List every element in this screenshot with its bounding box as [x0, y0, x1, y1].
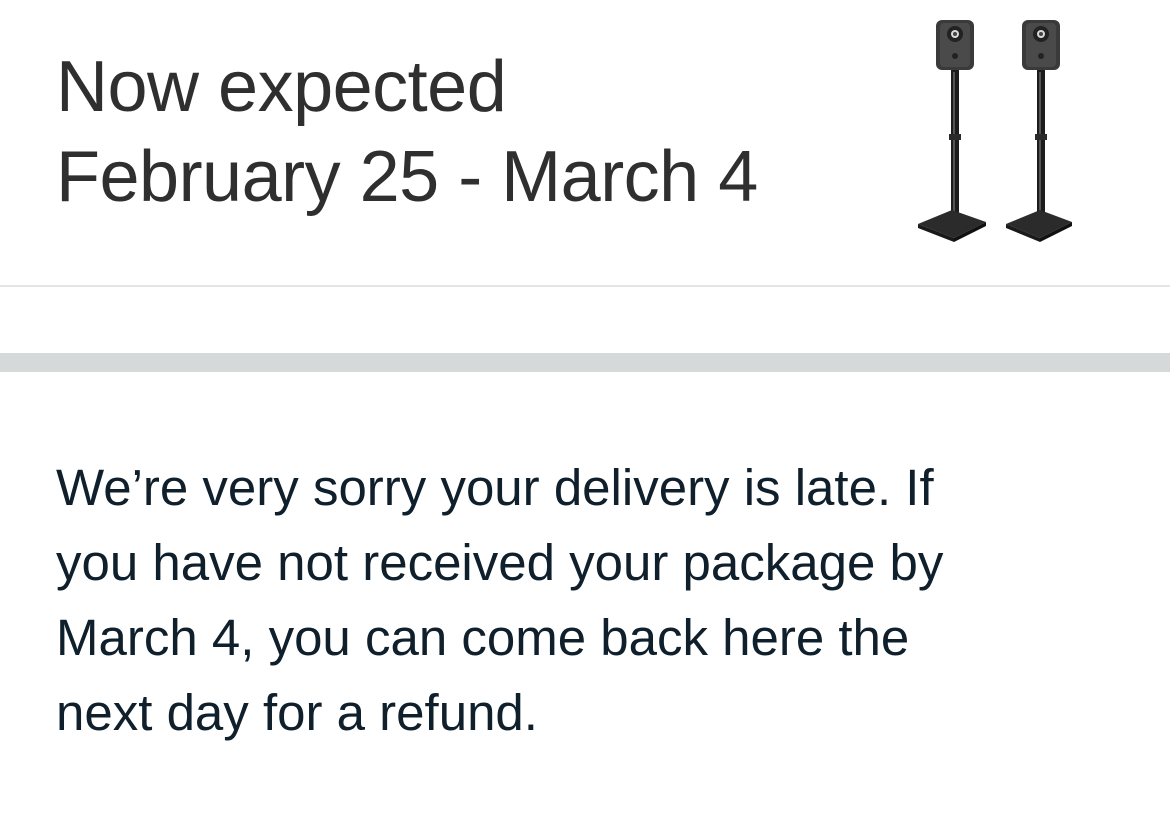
- status-line-now-expected: Now expected: [56, 47, 507, 127]
- message-line-4: next day for a refund.: [56, 684, 538, 741]
- blank-row: [0, 287, 1170, 353]
- left-speaker-stand: [918, 20, 986, 242]
- delivery-header: Now expected February 25 - March 4: [0, 0, 1170, 286]
- late-delivery-message: We’re very sorry your delivery is late. …: [56, 450, 1116, 750]
- section-divider: [0, 353, 1170, 372]
- message-line-3: March 4, you can come back here the: [56, 609, 910, 666]
- message-line-2: you have not received your package by: [56, 534, 944, 591]
- right-speaker-stand: [1006, 20, 1072, 242]
- status-line-date-range: February 25 - March 4: [56, 137, 758, 217]
- message-line-1: We’re very sorry your delivery is late. …: [56, 459, 934, 516]
- delivery-status-title: Now expected February 25 - March 4: [56, 42, 876, 222]
- speaker-stands-product-image[interactable]: [912, 14, 1082, 244]
